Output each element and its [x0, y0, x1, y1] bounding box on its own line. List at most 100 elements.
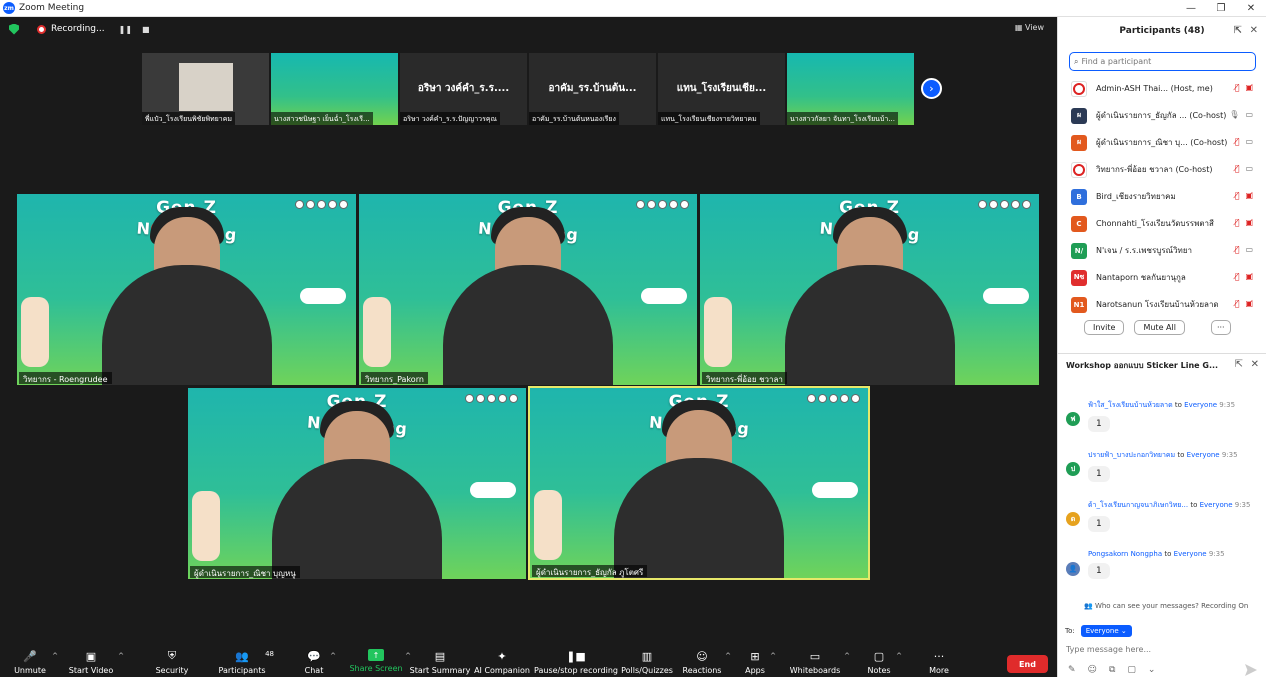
thumbnail-tile[interactable]: นางสาวชนิษฐา เย็นฉ่ำ_โรงเรี... — [271, 53, 398, 125]
mic-muted-icon[interactable]: 🎙̸ — [1235, 299, 1240, 308]
video-tile[interactable]: Gen Z N🚭 vaping วิทยากร - Roengrudee — [17, 194, 356, 385]
file-icon[interactable]: ▢ — [1127, 665, 1136, 675]
popout-icon[interactable]: ⇱ — [1235, 359, 1243, 370]
mic-muted-icon[interactable]: 🎙̸ — [1235, 137, 1240, 146]
participant-row[interactable]: Nซ Nantaporn ชลกันยานุกูล 🎙̸ ▣̸ — [1058, 264, 1266, 291]
participant-row[interactable]: C Chonnahti_โรงเรียนวัดบรรพตาสี 🎙̸ ▣̸ — [1058, 210, 1266, 237]
popout-icon[interactable]: ⇱ — [1234, 25, 1242, 36]
participant-row[interactable]: วิทยากร-พี่อ้อย ชวาลา (Co-host) 🎙̸ ▭ — [1058, 156, 1266, 183]
unmute-button[interactable]: 🎤 Unmute ^ — [14, 642, 58, 677]
ai-companion-button[interactable]: ✦ AI Companion — [474, 642, 530, 677]
maximize-icon[interactable]: ❐ — [1206, 0, 1236, 17]
thumbnail-tile[interactable]: พี่แป๋ว_โรงเรียนพิชัยพิทยาคม — [142, 53, 269, 125]
more-button[interactable]: ··· More — [928, 642, 950, 677]
message-input[interactable] — [1066, 645, 1256, 654]
chevron-up-icon[interactable]: ^ — [770, 652, 776, 660]
participant-row[interactable]: N1 Narotsanun โรงเรียนบ้านห้วยลาด 🎙̸ ▣̸ — [1058, 291, 1266, 318]
share-screen-button[interactable]: ↑ Share Screen ^ — [349, 642, 411, 677]
notes-button[interactable]: ▢ Notes ^ — [867, 642, 902, 677]
thumbnail-tile[interactable]: อริษา วงค์คำ_ร.ร.... อริษา วงค์คำ_ร.ร.ปั… — [400, 53, 527, 125]
send-icon[interactable] — [1245, 664, 1257, 676]
close-icon[interactable]: ✕ — [1251, 359, 1259, 370]
minimize-icon[interactable]: — — [1176, 0, 1206, 17]
mic-muted-icon[interactable]: 🎙̸ — [1235, 164, 1240, 173]
chevron-up-icon[interactable]: ^ — [405, 652, 411, 660]
video-icon[interactable]: ▭ — [1245, 137, 1253, 146]
close-icon[interactable]: ✕ — [1250, 25, 1258, 36]
participants-button[interactable]: 👥 48 Participants — [219, 642, 275, 677]
start-summary-button[interactable]: ▤ Start Summary — [410, 642, 471, 677]
participant-row[interactable]: Admin-ASH Thai... (Host, me) 🎙̸ ▣̸ — [1058, 75, 1266, 102]
search-input[interactable] — [1081, 57, 1242, 66]
thumbnail-tile[interactable]: อาคัม_รร.บ้านต้น... อาคัม_รร.บ้านต้นหนอง… — [529, 53, 656, 125]
chevron-down-icon[interactable]: ⌄ — [1148, 665, 1156, 675]
recipient[interactable]: Everyone — [1200, 501, 1233, 509]
participant-row[interactable]: B Bird_เชียงรายวิทยาคม 🎙̸ ▣̸ — [1058, 183, 1266, 210]
mic-icon[interactable]: 🎙 — [1229, 110, 1239, 119]
video-off-icon[interactable]: ▣̸ — [1245, 191, 1253, 200]
video-tile[interactable]: Gen Z N🚭 vaping วิทยากร_Pakorn — [359, 194, 697, 385]
recipient[interactable]: Everyone — [1184, 401, 1217, 409]
recipient[interactable]: Everyone — [1174, 550, 1207, 558]
participant-row[interactable]: ผ ผู้ดำเนินรายการ_ณิชา บุ... (Co-host) 🎙… — [1058, 129, 1266, 156]
sender-name[interactable]: Pongsakorn Nongpha — [1088, 550, 1162, 558]
security-button[interactable]: ⛨ Security — [155, 642, 189, 677]
share-screen-icon: ↑ — [368, 649, 384, 661]
start-video-button[interactable]: ▣ Start Video ^ — [69, 642, 124, 677]
video-off-icon[interactable]: ▣̸ — [1245, 272, 1253, 281]
chevron-right-icon[interactable]: › — [921, 78, 942, 99]
screenshot-icon[interactable]: ⧉ — [1109, 665, 1115, 675]
thumbnail-tile[interactable]: แทน_โรงเรียนเชีย... แทน_โรงเรียนเชียงราย… — [658, 53, 785, 125]
chevron-up-icon[interactable]: ^ — [896, 652, 902, 660]
emoji-icon[interactable]: ☺ — [1088, 665, 1097, 675]
whiteboards-button[interactable]: ▭ Whiteboards ^ — [790, 642, 850, 677]
recipient[interactable]: Everyone — [1187, 451, 1220, 459]
mic-muted-icon[interactable]: 🎙̸ — [1235, 272, 1240, 281]
close-icon[interactable]: ✕ — [1236, 0, 1266, 17]
participant-search[interactable]: ⌕ — [1069, 52, 1256, 71]
format-icon[interactable]: ✎ — [1068, 665, 1076, 675]
polls-button[interactable]: ▥ Polls/Quizzes — [621, 642, 673, 677]
reactions-button[interactable]: ☺ Reactions ^ — [683, 642, 731, 677]
apps-button[interactable]: ⊞ Apps ^ — [745, 642, 776, 677]
sender-name[interactable]: ฟ้าใส_โรงเรียนบ้านห้วยลาด — [1088, 401, 1173, 409]
video-tile[interactable]: Gen Z N🚭 vaping วิทยากร-พี่อ้อย ชวาลา — [700, 194, 1039, 385]
mic-muted-icon[interactable]: 🎙̸ — [1235, 83, 1240, 92]
pause-recording-icon[interactable]: ❚❚ — [119, 25, 132, 34]
pause-stop-recording-button[interactable]: ❚■ Pause/stop recording — [534, 642, 618, 677]
who-can-see-notice[interactable]: 👥 Who can see your messages? Recording O… — [1084, 602, 1248, 610]
chat-button[interactable]: 💬 Chat ^ — [304, 642, 336, 677]
video-icon[interactable]: ▭ — [1245, 245, 1253, 254]
participant-row[interactable]: N/ N'เจน / ร.ร.เพชรบูรณ์วิทยา 🎙̸ ▭ — [1058, 237, 1266, 264]
chevron-up-icon[interactable]: ^ — [725, 652, 731, 660]
mic-muted-icon[interactable]: 🎙̸ — [1235, 245, 1240, 254]
chevron-up-icon[interactable]: ^ — [844, 652, 850, 660]
message-time: 9:35 — [1219, 401, 1236, 409]
invite-button[interactable]: Invite — [1084, 320, 1125, 335]
more-options-button[interactable]: ··· — [1210, 320, 1231, 335]
message-meta: ปรายฟ้า_บางปะกอกวิทยาคม to Everyone 9:35 — [1088, 451, 1238, 459]
who-can-see-text: Who can see your messages? Recording On — [1094, 602, 1249, 610]
mic-muted-icon[interactable]: 🎙̸ — [1235, 218, 1240, 227]
thumbnail-tile[interactable]: นางสาวกัลยา จันทา_โรงเรียนบ้า... — [787, 53, 914, 125]
participant-row[interactable]: ผ ผู้ดำเนินรายการ_ธัญกัล ... (Co-host) 🎙… — [1058, 102, 1266, 129]
mic-muted-icon[interactable]: 🎙̸ — [1235, 191, 1240, 200]
video-off-icon[interactable]: ▣̸ — [1245, 299, 1253, 308]
video-tile[interactable]: Gen Z N🚭 vaping ผู้ดำเนินรายการ_ณิชา บุญ… — [188, 388, 526, 579]
video-off-icon[interactable]: ▣̸ — [1245, 83, 1253, 92]
video-off-icon[interactable]: ▣̸ — [1245, 218, 1253, 227]
recipient-dropdown[interactable]: Everyone ⌄ — [1080, 625, 1132, 637]
view-button[interactable]: ▦ View — [1015, 23, 1044, 32]
chevron-up-icon[interactable]: ^ — [330, 652, 336, 660]
end-meeting-button[interactable]: End — [1007, 655, 1048, 673]
video-tile-active-speaker[interactable]: Gen Z N🚭 vaping ผู้ดำเนินรายการ_ธัญกัล ภ… — [528, 386, 870, 580]
sender-name[interactable]: ปรายฟ้า_บางปะกอกวิทยาคม — [1088, 451, 1175, 459]
security-shield-icon[interactable] — [9, 23, 19, 35]
sender-name[interactable]: ด้า_โรงเรียนกาญจนาภิเษกวิทย... — [1088, 501, 1188, 509]
video-icon[interactable]: ▭ — [1245, 164, 1253, 173]
video-icon[interactable]: ▭ — [1245, 110, 1253, 119]
chevron-up-icon[interactable]: ^ — [52, 652, 58, 660]
mute-all-button[interactable]: Mute All — [1134, 320, 1185, 335]
chevron-up-icon[interactable]: ^ — [118, 652, 124, 660]
stop-recording-icon[interactable]: ■ — [142, 25, 150, 34]
